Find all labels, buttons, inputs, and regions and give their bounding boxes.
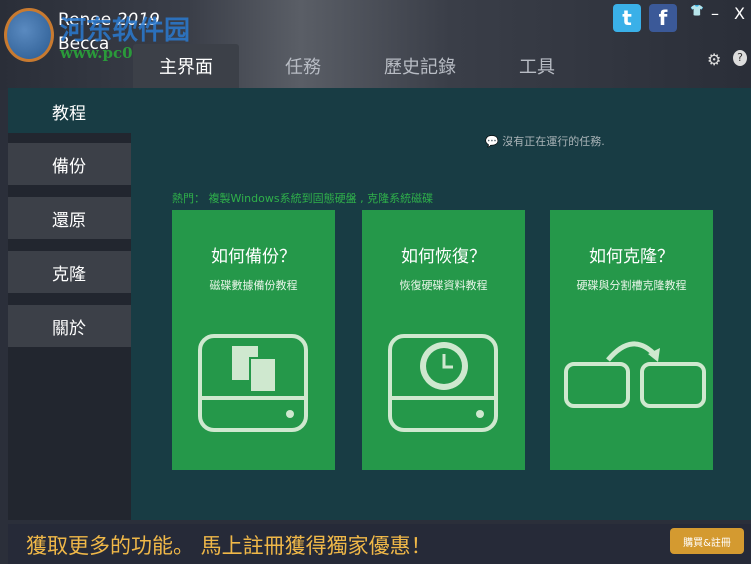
- backup-drive-icon: [198, 334, 308, 432]
- backup-card[interactable]: 如何備份？ 磁碟數據備份教程: [172, 210, 335, 470]
- sidebar-item-clone[interactable]: 克隆: [8, 251, 131, 293]
- restore-drive-icon: [388, 334, 498, 432]
- promo-bar: 獲取更多的功能。 馬上註冊獲得獨家優惠！ 購買&註冊: [8, 524, 751, 564]
- status-text: 沒有正在運行的任務.: [502, 135, 605, 148]
- hot-links[interactable]: 熱門： 複製Windows系統到固態硬盤 , 克隆系統磁碟: [172, 190, 433, 206]
- card-title: 如何恢復？: [401, 247, 486, 267]
- card-subtitle: 磁碟數據備份教程: [209, 279, 298, 292]
- tab-history[interactable]: 歷史記錄: [370, 44, 470, 88]
- card-title: 如何克隆？: [589, 247, 674, 267]
- twitter-icon[interactable]: t: [613, 4, 641, 32]
- sidebar-item-restore[interactable]: 還原: [8, 197, 131, 239]
- tab-tools[interactable]: 工具: [500, 44, 574, 88]
- restore-card[interactable]: 如何恢復？ 恢復硬碟資料教程: [362, 210, 525, 470]
- sidebar-item-backup[interactable]: 備份: [8, 143, 131, 185]
- skin-icon[interactable]: 👕: [690, 4, 704, 17]
- app-logo: [4, 8, 54, 62]
- close-button[interactable]: X: [734, 4, 745, 23]
- task-status: 💬 沒有正在運行的任務.: [485, 133, 605, 149]
- card-title: 如何備份？: [211, 247, 296, 267]
- header: Renee 2019 Becca 河东软件园 www.pc0359.cn 主界面 …: [0, 0, 751, 90]
- watermark: 河东软件园: [60, 16, 191, 46]
- sidebar-item-about[interactable]: 關於: [8, 305, 131, 347]
- facebook-icon[interactable]: f: [649, 4, 677, 32]
- gear-icon[interactable]: ⚙: [707, 50, 721, 69]
- card-subtitle: 恢復硬碟資料教程: [399, 279, 488, 292]
- clone-card[interactable]: 如何克隆？ 硬碟與分割槽克隆教程: [550, 210, 713, 470]
- sidebar-item-tutorial[interactable]: 教程: [8, 90, 131, 133]
- clone-drives-icon: [564, 341, 706, 408]
- buy-register-button[interactable]: 購買&註冊: [670, 528, 744, 554]
- help-icon[interactable]: ?: [733, 50, 747, 66]
- tab-tasks[interactable]: 任務: [260, 44, 346, 88]
- tab-home[interactable]: 主界面: [133, 44, 239, 88]
- card-subtitle: 硬碟與分割槽克隆教程: [576, 279, 687, 292]
- minimize-button[interactable]: –: [711, 4, 719, 23]
- message-icon: 💬: [485, 135, 499, 148]
- promo-text: 獲取更多的功能。 馬上註冊獲得獨家優惠！: [26, 534, 432, 558]
